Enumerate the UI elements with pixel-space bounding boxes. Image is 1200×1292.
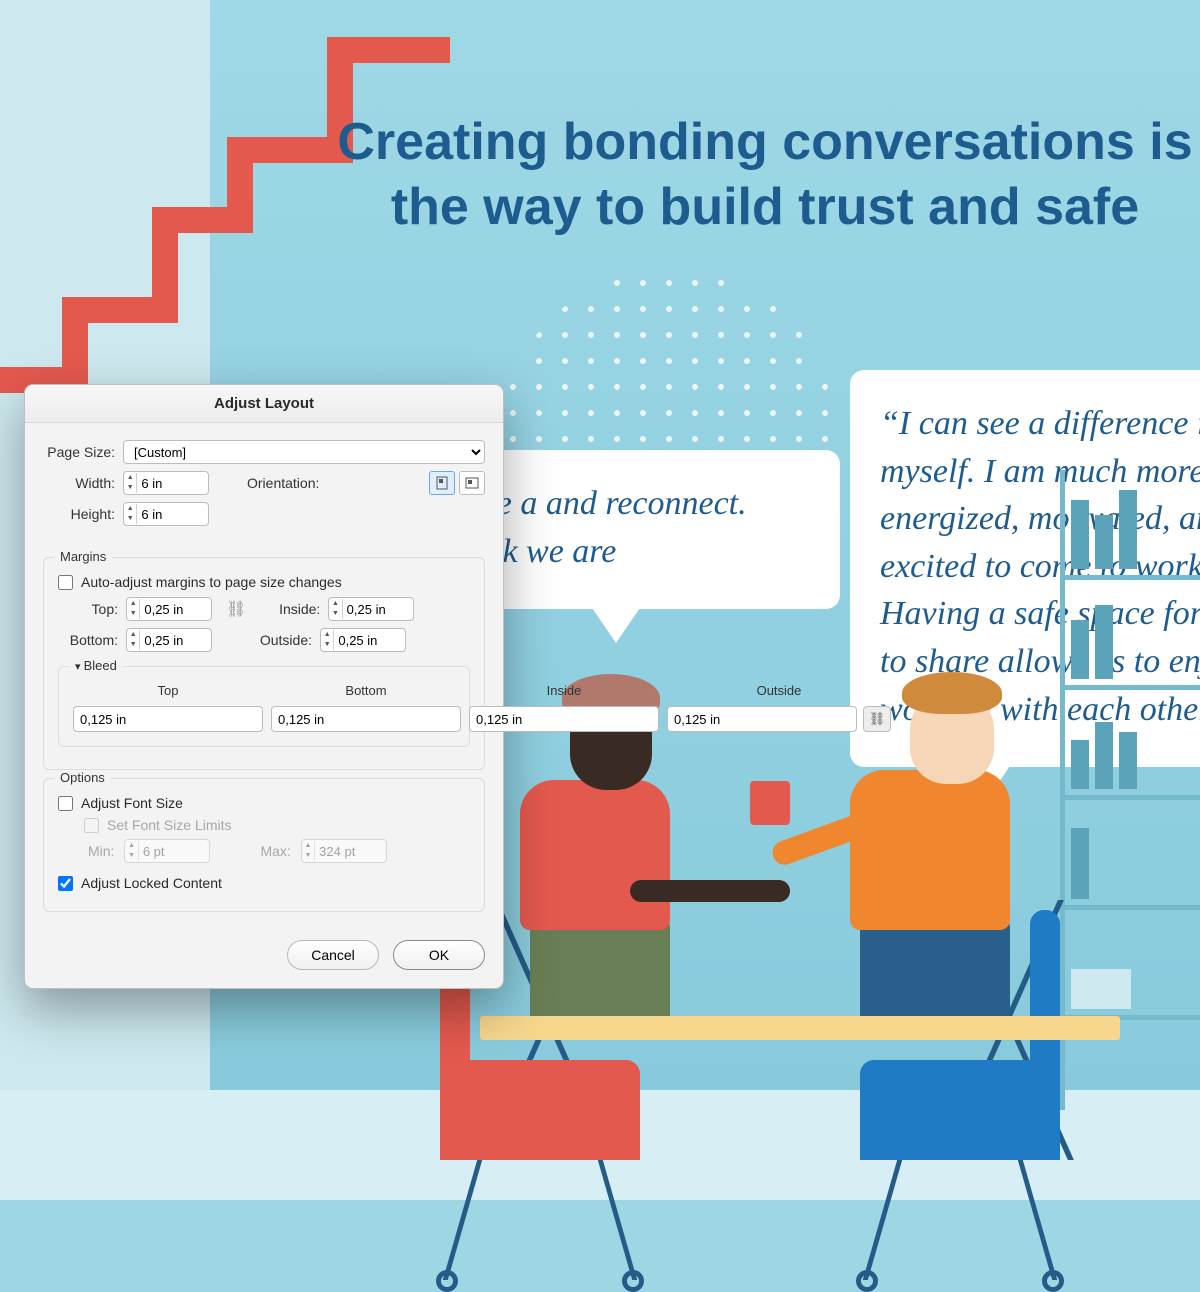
adjust-layout-dialog: Adjust Layout Page Size: [Custom] Width:…: [24, 384, 504, 989]
bleed-header-outside: Outside: [667, 683, 891, 698]
bleed-bottom-input[interactable]: [271, 706, 461, 732]
down-arrow-icon[interactable]: ▼: [124, 514, 136, 524]
margin-inside-label: Inside:: [260, 601, 320, 617]
margin-top-label: Top:: [58, 601, 118, 617]
cancel-button[interactable]: Cancel: [287, 940, 379, 970]
headline-text: Creating bonding conversations is the wa…: [330, 110, 1200, 240]
link-margins-icon[interactable]: ⛓: [226, 599, 246, 619]
width-label: Width:: [43, 475, 115, 491]
link-bleed-icon[interactable]: ⛓: [863, 706, 891, 732]
bleed-fieldset: Bleed Top Bottom Inside Outside ⛓: [58, 666, 470, 747]
margin-inside-stepper[interactable]: ▲▼: [328, 597, 414, 621]
adjust-locked-content-checkbox[interactable]: [58, 876, 73, 891]
width-stepper[interactable]: ▲▼: [123, 471, 209, 495]
max-label: Max:: [260, 843, 290, 859]
height-input[interactable]: [137, 503, 208, 525]
ok-button[interactable]: OK: [393, 940, 485, 970]
auto-adjust-margins-checkbox[interactable]: [58, 575, 73, 590]
options-fieldset: Options Adjust Font Size Set Font Size L…: [43, 778, 485, 912]
margins-fieldset: Margins Auto-adjust margins to page size…: [43, 557, 485, 770]
orientation-label: Orientation:: [247, 475, 319, 491]
bleed-header-top: Top: [73, 683, 263, 698]
adjust-font-size-label: Adjust Font Size: [81, 795, 183, 811]
min-font-stepper: ▲▼: [124, 839, 210, 863]
person-right: [810, 690, 1050, 1040]
margin-outside-label: Outside:: [252, 632, 312, 648]
auto-adjust-margins-label: Auto-adjust margins to page size changes: [81, 574, 342, 590]
margin-top-stepper[interactable]: ▲▼: [126, 597, 212, 621]
landscape-icon: [465, 477, 479, 489]
table-art: [480, 1016, 1120, 1040]
page-size-select[interactable]: [Custom]: [123, 440, 485, 464]
orientation-landscape-button[interactable]: [459, 471, 485, 495]
bleed-top-input[interactable]: [73, 706, 263, 732]
min-label: Min:: [88, 843, 114, 859]
options-legend: Options: [54, 770, 111, 785]
down-arrow-icon[interactable]: ▼: [124, 483, 136, 493]
margins-legend: Margins: [54, 549, 112, 564]
person-left: [510, 720, 720, 1040]
bleed-inside-input[interactable]: [469, 706, 659, 732]
margin-bottom-stepper[interactable]: ▲▼: [126, 628, 212, 652]
dialog-title: Adjust Layout: [25, 385, 503, 423]
portrait-icon: [436, 476, 448, 490]
set-font-limits-label: Set Font Size Limits: [107, 817, 232, 833]
up-arrow-icon[interactable]: ▲: [124, 473, 136, 483]
adjust-locked-content-label: Adjust Locked Content: [81, 875, 222, 891]
margin-outside-stepper[interactable]: ▲▼: [320, 628, 406, 652]
adjust-font-size-checkbox[interactable]: [58, 796, 73, 811]
set-font-limits-checkbox: [84, 818, 99, 833]
bleed-header-bottom: Bottom: [271, 683, 461, 698]
bleed-header-inside: Inside: [469, 683, 659, 698]
height-label: Height:: [43, 506, 115, 522]
bleed-outside-input[interactable]: [667, 706, 857, 732]
orientation-portrait-button[interactable]: [429, 471, 455, 495]
height-stepper[interactable]: ▲▼: [123, 502, 209, 526]
width-input[interactable]: [137, 472, 208, 494]
up-arrow-icon[interactable]: ▲: [124, 504, 136, 514]
margin-bottom-label: Bottom:: [58, 632, 118, 648]
max-font-stepper: ▲▼: [301, 839, 387, 863]
page-size-label: Page Size:: [43, 444, 115, 460]
bleed-legend[interactable]: Bleed: [69, 658, 123, 673]
